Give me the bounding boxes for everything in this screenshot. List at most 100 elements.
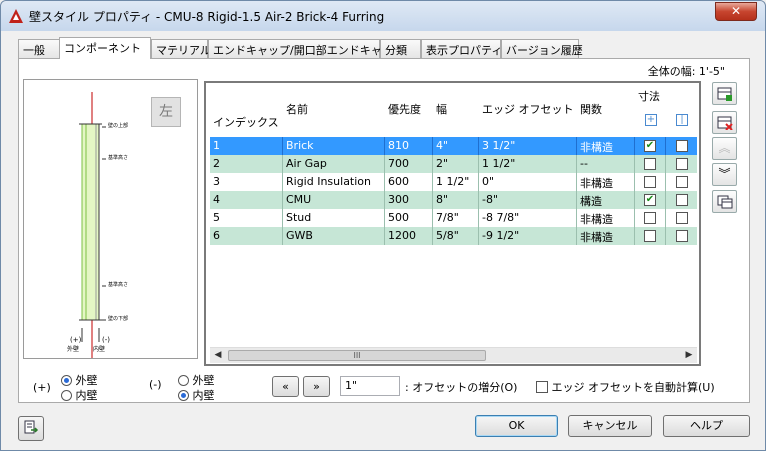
cell-width[interactable]: 8" (436, 193, 448, 206)
cell-name[interactable]: Brick (286, 139, 314, 152)
offset-increment-input[interactable]: 1" (340, 376, 400, 396)
cell-edge-offset[interactable]: -8 7/8" (482, 211, 519, 224)
dimension-checkbox[interactable] (644, 158, 656, 170)
header-function[interactable]: 関数 (580, 101, 602, 117)
dimension-alt-checkbox[interactable] (676, 176, 688, 188)
move-down-button[interactable]: ︾ (712, 163, 737, 186)
cell-divider (478, 191, 479, 209)
scroll-left-arrow[interactable]: ◀ (212, 350, 224, 360)
copy-component-button[interactable] (712, 190, 737, 213)
cell-index[interactable]: 5 (213, 211, 220, 224)
cell-function[interactable]: 非構造 (580, 175, 613, 191)
table-row[interactable]: 5 Stud 500 7/8" -8 7/8" 非構造 (210, 209, 697, 227)
header-name[interactable]: 名前 (286, 101, 308, 117)
cell-width[interactable]: 1 1/2" (436, 175, 469, 188)
next-button[interactable]: » (303, 376, 330, 397)
auto-calc-offset-checkbox[interactable]: エッジ オフセットを自動計算(U) (536, 379, 715, 395)
delete-component-button[interactable] (712, 111, 737, 134)
tab-general[interactable]: 一般 (18, 39, 60, 58)
header-edge-offset[interactable]: エッジ オフセット (482, 101, 574, 117)
cell-priority[interactable]: 300 (388, 193, 409, 206)
cell-name[interactable]: Air Gap (286, 157, 327, 170)
add-component-button[interactable] (712, 82, 737, 105)
tab-display-properties[interactable]: 表示プロパティ (421, 39, 502, 58)
cell-index[interactable]: 6 (213, 229, 220, 242)
dimension-alt-checkbox[interactable] (676, 212, 688, 224)
cell-name[interactable]: CMU (286, 193, 311, 206)
cell-divider (665, 155, 666, 173)
dimension-alt-checkbox[interactable] (676, 140, 688, 152)
cell-name[interactable]: Rigid Insulation (286, 175, 371, 188)
cell-priority[interactable]: 1200 (388, 229, 416, 242)
cell-divider (576, 155, 577, 173)
cell-width[interactable]: 2" (436, 157, 448, 170)
table-row[interactable]: 6 GWB 1200 5/8" -9 1/2" 非構造 (210, 227, 697, 245)
cell-priority[interactable]: 600 (388, 175, 409, 188)
cell-priority[interactable]: 810 (388, 139, 409, 152)
header-width[interactable]: 幅 (436, 101, 447, 117)
cell-index[interactable]: 4 (213, 193, 220, 206)
cell-width[interactable]: 7/8" (436, 211, 459, 224)
cell-name[interactable]: Stud (286, 211, 311, 224)
table-row[interactable]: 3 Rigid Insulation 600 1 1/2" 0" 非構造 (210, 173, 697, 191)
cell-divider (282, 227, 283, 245)
ok-button[interactable]: OK (475, 415, 558, 437)
radio-label: 内壁 (75, 389, 98, 402)
header-index[interactable]: インデックス (213, 114, 279, 130)
cell-edge-offset[interactable]: -9 1/2" (482, 229, 519, 242)
cell-index[interactable]: 3 (213, 175, 220, 188)
cell-edge-offset[interactable]: 0" (482, 175, 494, 188)
help-button[interactable]: ヘルプ (663, 415, 750, 437)
radio-indicator (61, 375, 72, 386)
minus-exterior-radio[interactable]: 外壁 (178, 372, 215, 388)
delete-row-icon (717, 116, 733, 131)
tab-components[interactable]: コンポーネント (59, 37, 151, 59)
plus-interior-radio[interactable]: 内壁 (61, 387, 98, 403)
cell-index[interactable]: 2 (213, 157, 220, 170)
cell-edge-offset[interactable]: 3 1/2" (482, 139, 515, 152)
dimension-alt-checkbox[interactable] (676, 194, 688, 206)
dimension-checkbox[interactable]: ✔ (644, 194, 656, 206)
cell-divider (282, 137, 283, 155)
cancel-button[interactable]: キャンセル (568, 415, 652, 437)
cell-edge-offset[interactable]: -8" (482, 193, 498, 206)
table-row[interactable]: 1 Brick 810 4" 3 1/2" 非構造 ✔ (210, 137, 697, 155)
tab-classification[interactable]: 分類 (380, 39, 421, 58)
cell-function[interactable]: 非構造 (580, 139, 613, 155)
previous-button[interactable]: « (272, 376, 299, 397)
export-button[interactable] (18, 416, 44, 441)
view-left-button[interactable]: 左 (151, 97, 181, 127)
cell-function[interactable]: 構造 (580, 193, 602, 209)
dimension-alt-checkbox[interactable] (676, 158, 688, 170)
dimension-checkbox[interactable]: ✔ (644, 140, 656, 152)
scroll-right-arrow[interactable]: ▶ (683, 350, 695, 360)
minus-interior-radio[interactable]: 内壁 (178, 387, 215, 403)
tab-materials[interactable]: マテリアル (151, 39, 211, 58)
cell-divider (384, 137, 385, 155)
scrollbar-thumb[interactable]: III (228, 350, 486, 361)
cell-function[interactable]: 非構造 (580, 229, 613, 245)
dimension-alt-checkbox[interactable] (676, 230, 688, 242)
cell-name[interactable]: GWB (286, 229, 313, 242)
table-row[interactable]: 4 CMU 300 8" -8" 構造 ✔ (210, 191, 697, 209)
cell-width[interactable]: 4" (436, 139, 448, 152)
cell-priority[interactable]: 500 (388, 211, 409, 224)
cell-function[interactable]: 非構造 (580, 211, 613, 227)
cell-function[interactable]: -- (580, 157, 588, 170)
tab-endcaps[interactable]: エンドキャップ/開口部エンドキャップ (208, 39, 404, 58)
add-row-icon (717, 87, 732, 101)
horizontal-scrollbar[interactable]: ◀ III ▶ (210, 347, 697, 363)
cell-priority[interactable]: 700 (388, 157, 409, 170)
close-button[interactable]: ✕ (715, 2, 757, 21)
table-row[interactable]: 2 Air Gap 700 2" 1 1/2" -- (210, 155, 697, 173)
dimension-checkbox[interactable] (644, 176, 656, 188)
tab-version-history[interactable]: バージョン履歴 (501, 39, 583, 58)
dimension-checkbox[interactable] (644, 230, 656, 242)
cell-edge-offset[interactable]: 1 1/2" (482, 157, 515, 170)
move-up-button[interactable]: ︽ (712, 137, 737, 160)
cell-width[interactable]: 5/8" (436, 229, 459, 242)
dimension-checkbox[interactable] (644, 212, 656, 224)
header-priority[interactable]: 優先度 (388, 101, 421, 117)
plus-exterior-radio[interactable]: 外壁 (61, 372, 98, 388)
cell-index[interactable]: 1 (213, 139, 220, 152)
